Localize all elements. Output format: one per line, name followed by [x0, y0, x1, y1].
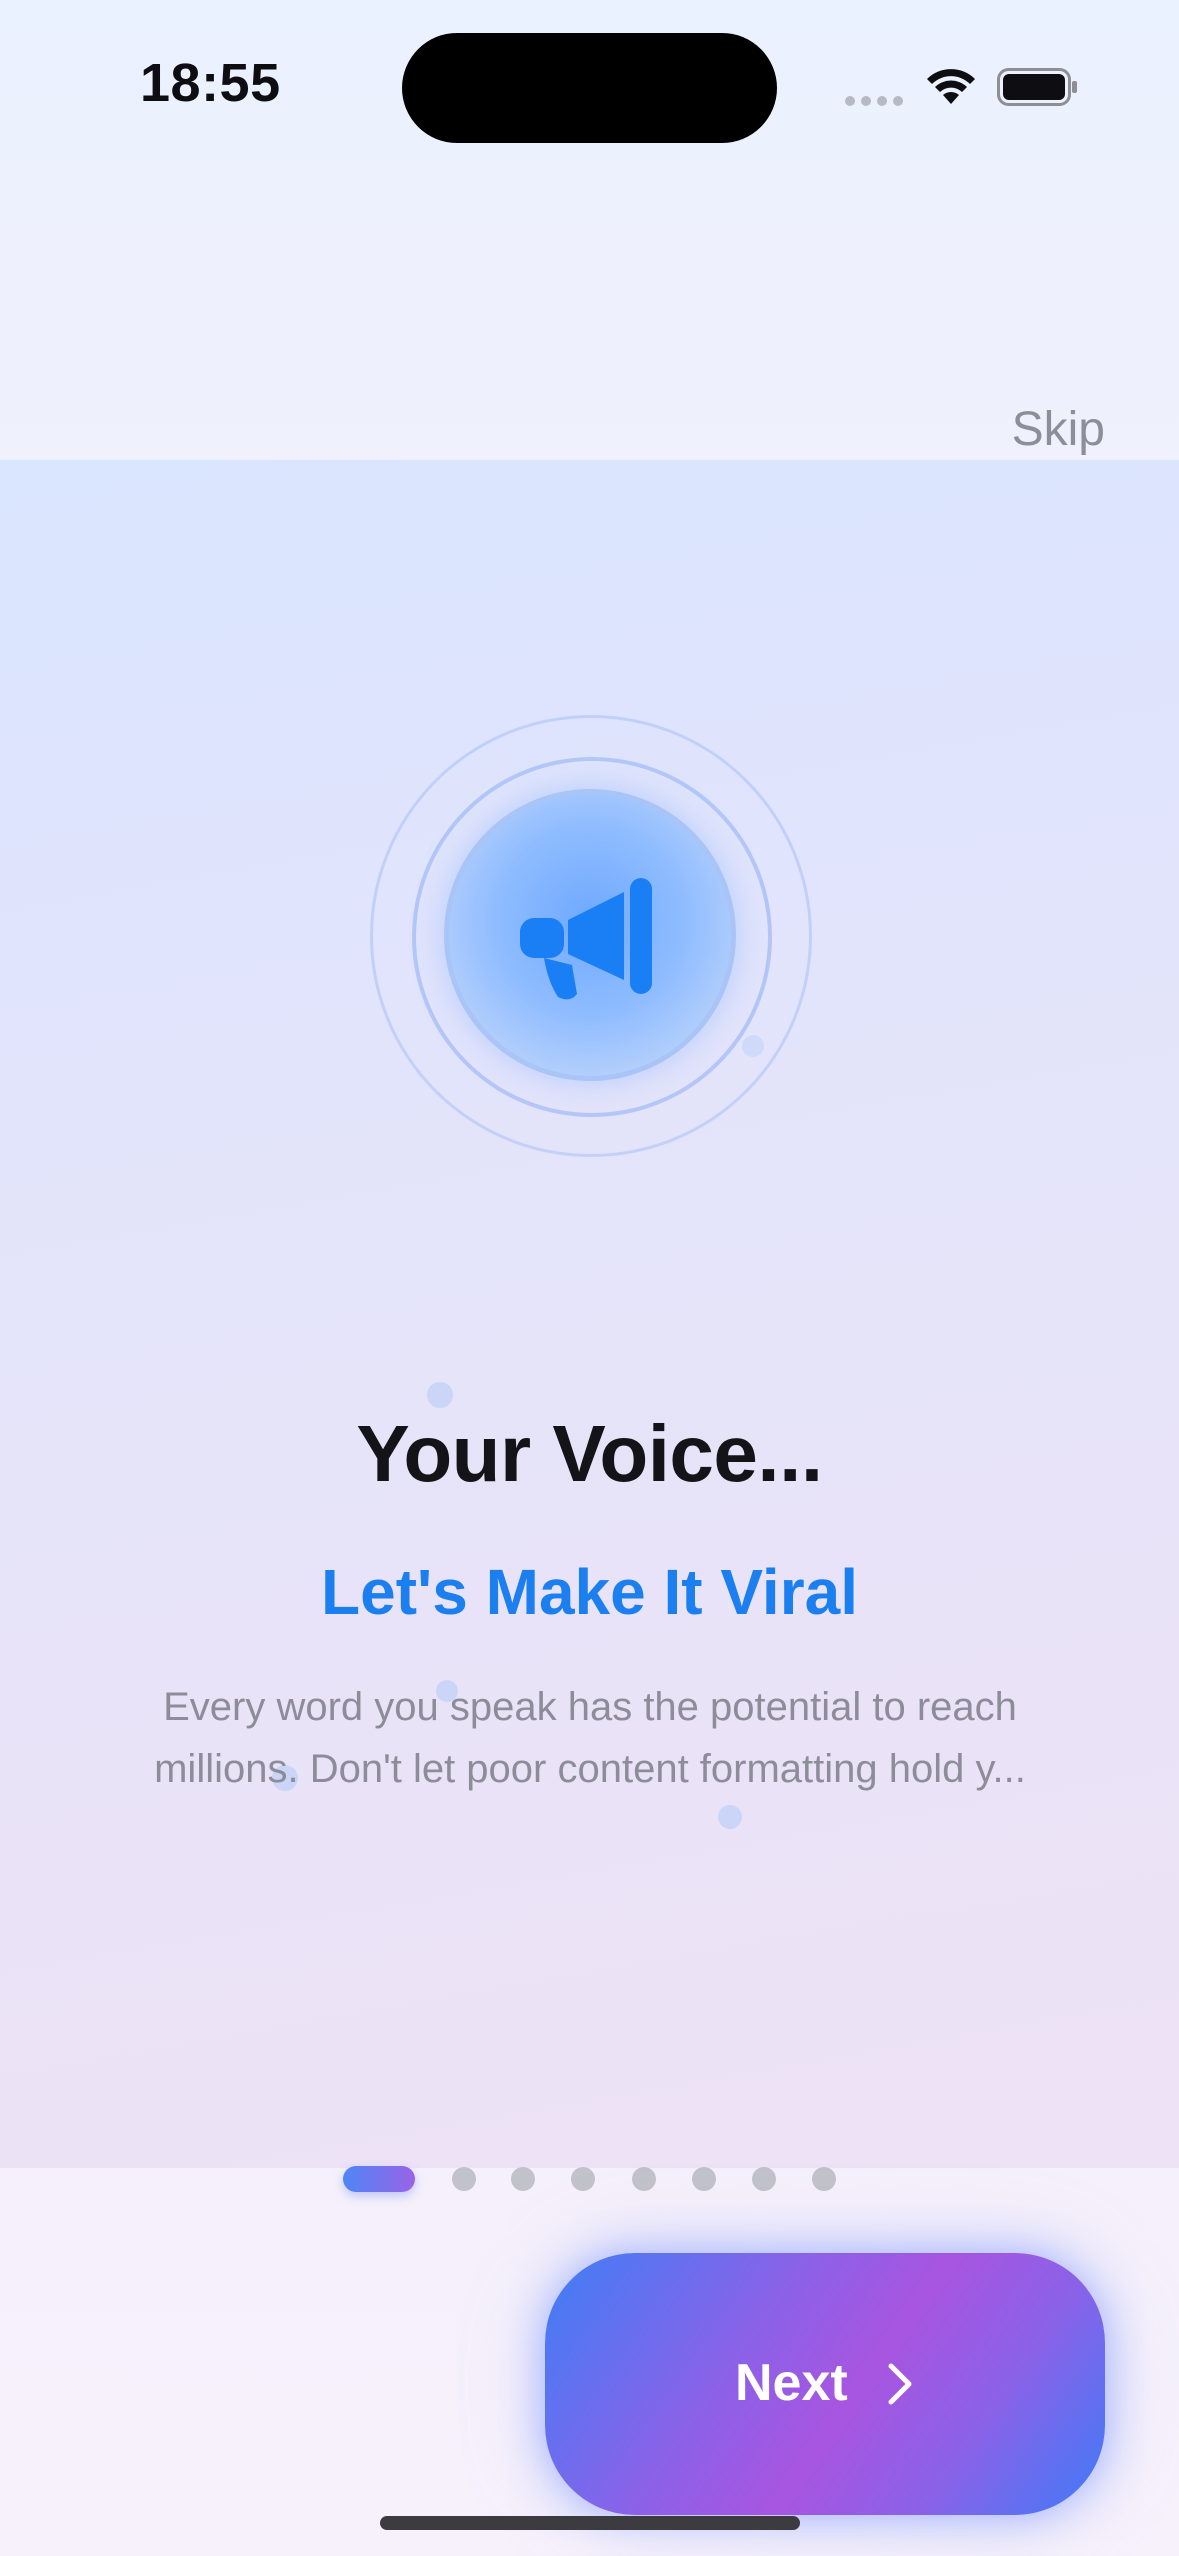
hero-illustration	[370, 715, 812, 1157]
next-button[interactable]: Next	[545, 2253, 1105, 2515]
cellular-signal-icon	[845, 96, 905, 106]
particle	[427, 1382, 453, 1408]
skip-button[interactable]: Skip	[1012, 402, 1105, 457]
page-dot-active[interactable]	[343, 2166, 415, 2192]
page-subtitle: Let's Make It Viral	[321, 1556, 858, 1628]
page-dot[interactable]	[632, 2167, 656, 2191]
page-dot[interactable]	[452, 2167, 476, 2191]
status-bar: 18:55	[0, 0, 1179, 170]
orbit-dot	[742, 1035, 764, 1057]
page-description: Every word you speak has the potential t…	[154, 1685, 1026, 1791]
page-dot[interactable]	[812, 2167, 836, 2191]
page-title: Your Voice...	[356, 1409, 823, 1498]
battery-icon	[997, 68, 1077, 106]
page-dot[interactable]	[692, 2167, 716, 2191]
page-dot[interactable]	[511, 2167, 535, 2191]
particle	[718, 1805, 742, 1829]
next-button-label: Next	[735, 2354, 848, 2412]
status-time: 18:55	[140, 53, 281, 113]
page-dot[interactable]	[752, 2167, 776, 2191]
page-indicator[interactable]	[0, 2165, 1179, 2195]
wifi-icon	[927, 69, 975, 104]
home-indicator[interactable]	[380, 2516, 800, 2530]
chevron-right-icon	[888, 2363, 912, 2405]
dynamic-island	[402, 33, 777, 143]
page-dot[interactable]	[571, 2167, 595, 2191]
megaphone-icon	[520, 878, 652, 1000]
